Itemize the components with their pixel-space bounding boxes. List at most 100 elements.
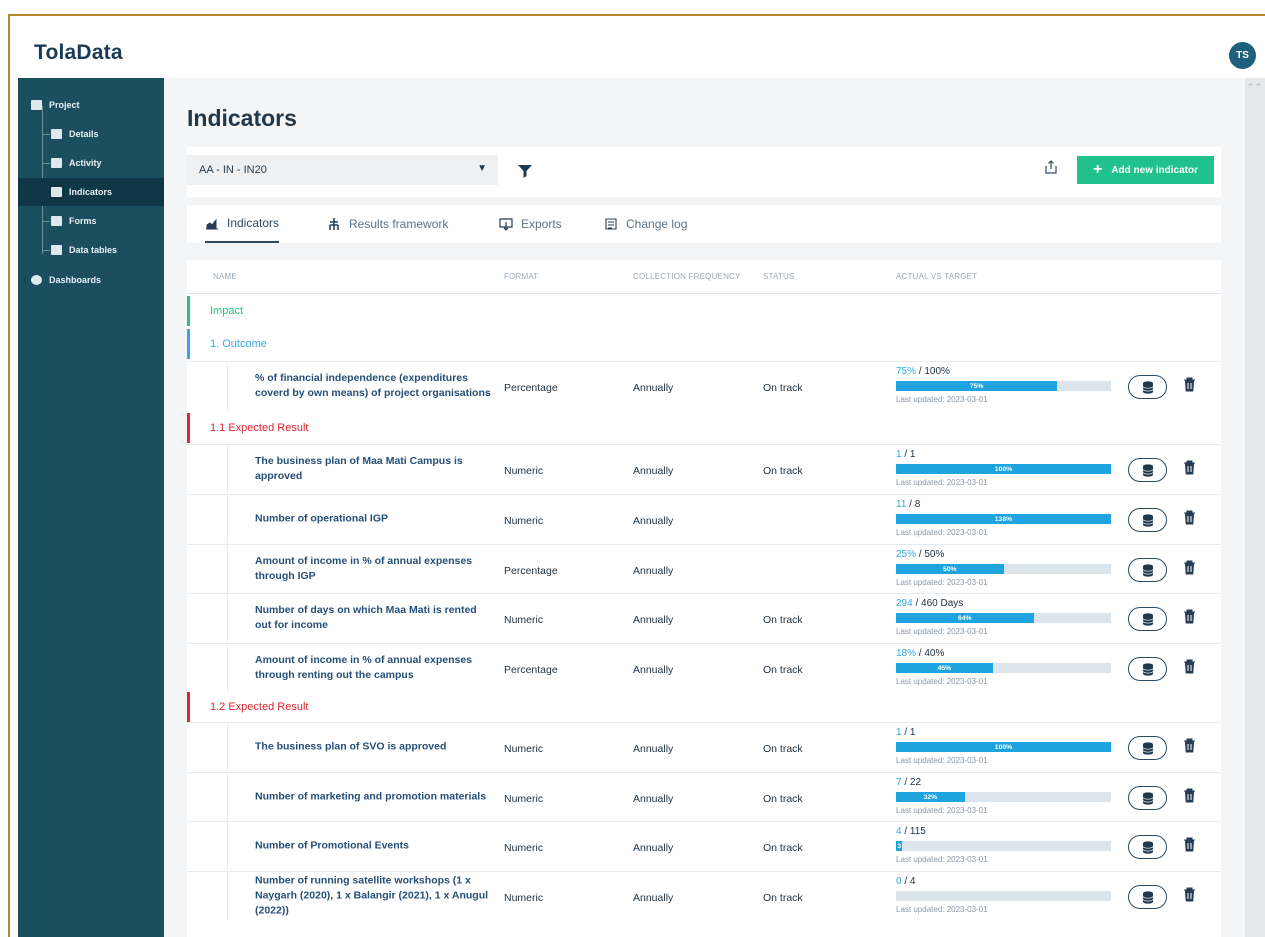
data-entry-button[interactable] — [1128, 786, 1167, 810]
main-content: Indicators AA - IN - IN20 ▼ + Add new in… — [164, 78, 1254, 937]
indicator-name[interactable]: Number of days on which Maa Mati is rent… — [255, 603, 495, 633]
table-row[interactable]: Number of operational IGP Numeric Annually… — [187, 494, 1221, 543]
progress-fill: 100% — [896, 464, 1111, 474]
trash-icon[interactable] — [1183, 738, 1196, 753]
data-entry-button[interactable] — [1128, 835, 1167, 859]
database-icon — [1142, 380, 1153, 394]
actual-value: 294 — [896, 598, 913, 609]
progress-fill: 64% — [896, 613, 1034, 623]
indicator-status: On track — [763, 892, 803, 904]
trash-icon[interactable] — [1183, 659, 1196, 674]
table-row[interactable]: Amount of income in % of annual expenses… — [187, 643, 1221, 692]
row-indent-guide — [227, 495, 228, 543]
sidebar-item-details[interactable]: Details — [18, 120, 164, 148]
indicator-name[interactable]: Number of running satellite workshops (1… — [255, 874, 495, 919]
indicators-icon — [206, 218, 218, 230]
data-entry-button[interactable] — [1128, 657, 1167, 681]
progress-fill: 50% — [896, 564, 1004, 574]
indicator-name[interactable]: % of financial independence (expenditure… — [255, 371, 495, 401]
sidebar-item-label: Forms — [69, 216, 97, 226]
name-column-header: NAME — [213, 272, 237, 281]
add-new-indicator-button[interactable]: + Add new indicator — [1077, 156, 1214, 184]
indicator-format: Numeric — [504, 892, 544, 904]
data-entry-button[interactable] — [1128, 607, 1167, 631]
data-entry-button[interactable] — [1128, 558, 1167, 582]
trash-icon[interactable] — [1183, 377, 1196, 392]
indicator-status: On track — [763, 743, 803, 755]
progress-bar: 100% — [896, 464, 1111, 474]
database-icon — [1142, 563, 1153, 577]
actual-target-value: 0 / 4 — [896, 876, 1111, 887]
scrollbar[interactable]: ⌃⌃ — [1245, 78, 1265, 937]
actual-vs-target: 25% / 50% 50% Last updated: 2023-03-01 — [896, 549, 1111, 590]
tab-change-log[interactable]: Change log — [604, 205, 687, 243]
table-row[interactable]: % of financial independence (expenditure… — [187, 361, 1221, 410]
trash-icon[interactable] — [1183, 460, 1196, 475]
target-value: 8 — [914, 499, 921, 510]
program-select[interactable]: AA - IN - IN20 ▼ — [187, 155, 498, 185]
user-avatar[interactable]: TS — [1229, 42, 1256, 69]
actual-target-value: 7 / 22 — [896, 777, 1111, 788]
indicator-name[interactable]: The business plan of SVO is approved — [255, 740, 495, 755]
actual-target-value: 75% / 100% — [896, 366, 1111, 377]
indicator-name[interactable]: Number of operational IGP — [255, 512, 495, 527]
last-updated-text: Last updated: 2023-03-01 — [896, 528, 988, 537]
value-separator: / — [901, 826, 910, 837]
table-row[interactable]: The business plan of Maa Mati Campus is … — [187, 444, 1221, 493]
table-row[interactable]: Number of Promotional Events Numeric Annua… — [187, 821, 1221, 870]
indicator-status: On track — [763, 793, 803, 805]
indicator-table: NAME FORMAT COLLECTION FREQUENCY STATUS … — [187, 260, 1221, 937]
indicator-name[interactable]: Number of marketing and promotion materi… — [255, 790, 495, 805]
trash-icon[interactable] — [1183, 788, 1196, 803]
sidebar-item-forms[interactable]: Forms — [18, 207, 164, 235]
application-window: TolaData TS Project Details Activity Indica… — [8, 14, 1265, 937]
table-row[interactable]: Amount of income in % of annual expenses… — [187, 544, 1221, 593]
indicator-name[interactable]: Amount of income in % of annual expenses… — [255, 653, 495, 683]
add-button-label: Add new indicator — [1111, 164, 1198, 176]
last-updated-text: Last updated: 2023-03-01 — [896, 478, 988, 487]
value-separator: / — [901, 777, 910, 788]
expected-result-1-2-row: 1.2 Expected Result — [187, 692, 1221, 722]
tab-results-framework[interactable]: Results framework — [327, 205, 448, 243]
data-entry-button[interactable] — [1128, 375, 1167, 399]
tab-exports[interactable]: Exports — [499, 205, 562, 243]
actual-vs-target: 1 / 1 100% Last updated: 2023-03-01 — [896, 727, 1111, 768]
sidebar-item-label: Project — [49, 100, 80, 110]
sidebar-item-indicators[interactable]: Indicators — [18, 178, 164, 206]
table-row[interactable]: The business plan of SVO is approved Nume… — [187, 722, 1221, 771]
table-row[interactable]: Number of running satellite workshops (1… — [187, 871, 1221, 920]
actual-vs-target: 11 / 8 138% Last updated: 2023-03-01 — [896, 499, 1111, 540]
trash-icon[interactable] — [1183, 837, 1196, 852]
data-entry-button[interactable] — [1128, 736, 1167, 760]
value-separator: / — [901, 449, 910, 460]
sidebar-item-data-tables[interactable]: Data tables — [18, 236, 164, 264]
progress-bar — [896, 891, 1111, 901]
tola-data-logo[interactable]: TolaData — [34, 41, 123, 65]
trash-icon[interactable] — [1183, 560, 1196, 575]
indicator-name[interactable]: The business plan of Maa Mati Campus is … — [255, 454, 495, 484]
share-icon[interactable] — [1044, 160, 1058, 174]
sidebar-item-dashboards[interactable]: Dashboards — [18, 266, 164, 294]
sidebar-item-project[interactable]: Project — [18, 91, 164, 119]
indicator-name[interactable]: Amount of income in % of annual expenses… — [255, 554, 495, 584]
trash-icon[interactable] — [1183, 609, 1196, 624]
filter-icon[interactable] — [517, 163, 533, 179]
progress-fill: 3 — [896, 841, 903, 851]
trash-icon[interactable] — [1183, 887, 1196, 902]
bar-chart-icon — [51, 187, 62, 197]
trash-icon[interactable] — [1183, 510, 1196, 525]
database-icon — [1142, 791, 1153, 805]
scroll-arrows-icon[interactable]: ⌃⌃ — [1247, 82, 1262, 93]
actual-target-value: 1 / 1 — [896, 449, 1111, 460]
table-row[interactable]: Number of days on which Maa Mati is rent… — [187, 593, 1221, 642]
data-entry-button[interactable] — [1128, 885, 1167, 909]
target-value: 40% — [924, 648, 945, 659]
indicator-status: On track — [763, 664, 803, 676]
actual-vs-target: 75% / 100% 75% Last updated: 2023-03-01 — [896, 366, 1111, 407]
sidebar-item-activity[interactable]: Activity — [18, 149, 164, 177]
table-row[interactable]: Number of marketing and promotion materi… — [187, 772, 1221, 821]
data-entry-button[interactable] — [1128, 508, 1167, 532]
data-entry-button[interactable] — [1128, 458, 1167, 482]
indicator-name[interactable]: Number of Promotional Events — [255, 839, 495, 854]
tab-indicators[interactable]: Indicators — [205, 205, 280, 243]
